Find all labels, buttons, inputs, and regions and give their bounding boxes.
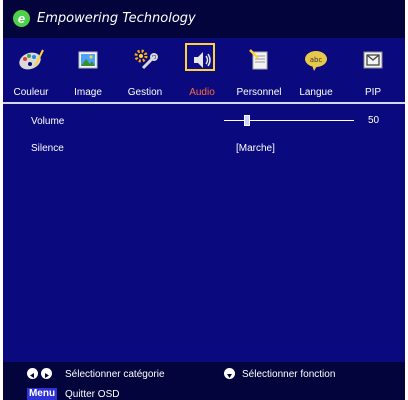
tab-couleur[interactable]: Couleur xyxy=(3,40,59,102)
notebook-icon xyxy=(249,49,268,70)
tab-label: PIP xyxy=(364,87,382,98)
language-icon: abc xyxy=(305,51,327,71)
left-arrow-icon xyxy=(27,368,38,379)
select-category-hint: Sélectionner catégorie xyxy=(65,369,165,380)
pip-icon xyxy=(363,51,383,69)
category-tabs: Couleur Image Gestion Audio Personnel ab… xyxy=(3,40,405,102)
image-icon xyxy=(78,51,98,69)
speaker-icon xyxy=(194,52,211,68)
right-arrow-icon xyxy=(41,368,52,379)
tab-gestion[interactable]: Gestion xyxy=(117,40,173,102)
tab-personnel[interactable]: Personnel xyxy=(231,40,287,102)
down-arrow-icon xyxy=(224,368,235,379)
silence-value[interactable]: [Marche] xyxy=(236,143,275,154)
header-bar: e Empowering Technology xyxy=(3,0,405,38)
tab-image[interactable]: Image xyxy=(60,40,116,102)
settings-icon xyxy=(134,49,158,70)
volume-slider-handle[interactable] xyxy=(244,115,251,126)
volume-label: Volume xyxy=(31,116,65,127)
logo-letter: e xyxy=(17,11,26,26)
tab-audio[interactable]: Audio xyxy=(174,40,230,102)
palette-icon xyxy=(19,49,44,70)
select-function-hint: Sélectionner fonction xyxy=(242,369,336,380)
silence-label: Silence xyxy=(31,143,64,154)
tab-langue[interactable]: abc Langue xyxy=(288,40,344,102)
footer-bar: Sélectionner catégorie Sélectionner fonc… xyxy=(3,362,405,400)
tab-pip[interactable]: PIP xyxy=(345,40,401,102)
svg-text:abc: abc xyxy=(310,56,323,64)
brand-logo-icon: e xyxy=(13,10,30,27)
osd-window: e Empowering Technology Couleur Image Ge… xyxy=(3,0,405,400)
volume-value: 50 xyxy=(368,115,380,126)
menu-key-icon: Menu xyxy=(27,388,57,400)
brand-title: Empowering Technology xyxy=(37,11,196,26)
tabs-divider xyxy=(3,102,405,104)
quit-osd-hint: Quitter OSD xyxy=(65,389,120,400)
